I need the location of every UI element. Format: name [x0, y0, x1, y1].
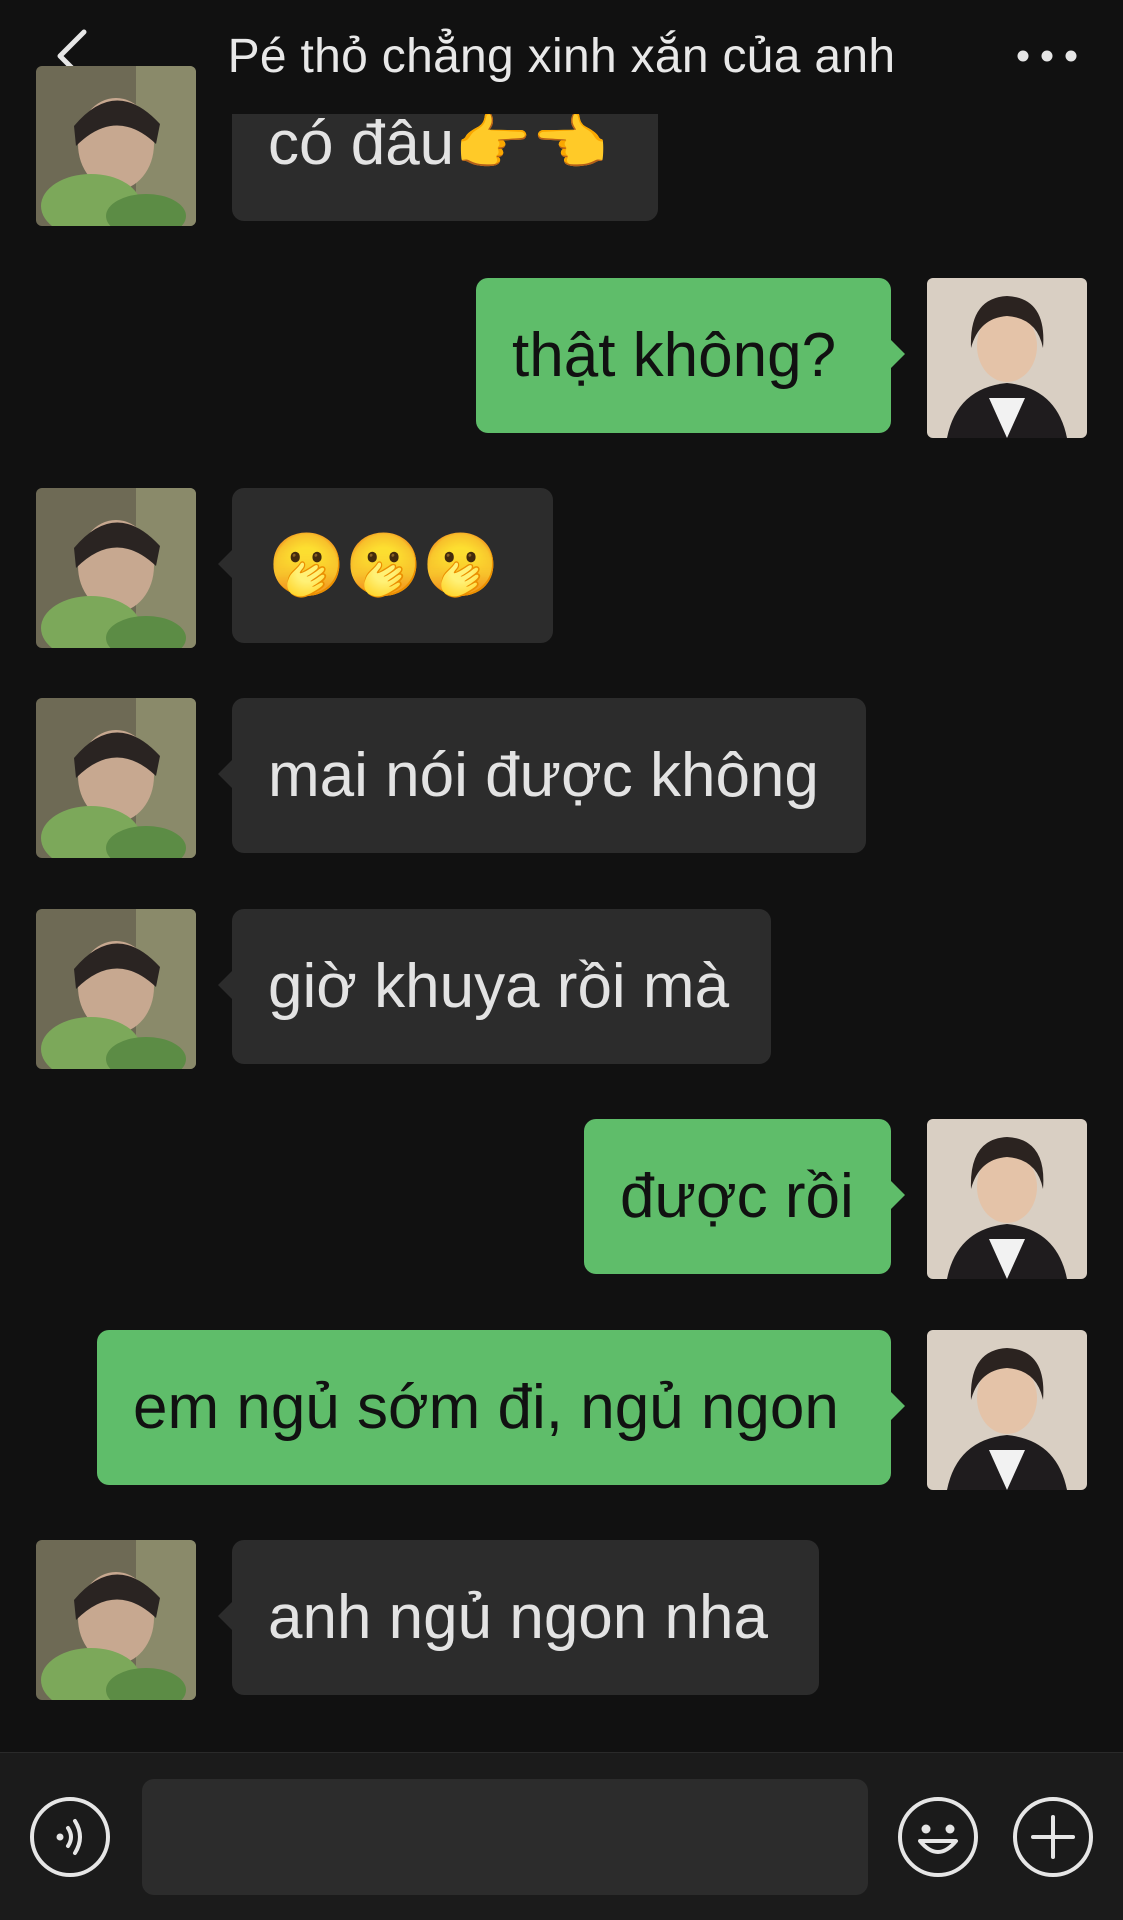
- message-text: thật không?: [512, 321, 837, 390]
- user-avatar-image: [927, 1330, 1087, 1490]
- message-text: em ngủ sớm đi, ngủ ngon: [133, 1373, 839, 1442]
- message-bubble-incoming[interactable]: mai nói được không: [218, 698, 866, 853]
- contact-avatar[interactable]: [36, 488, 196, 648]
- emoji-icon: [898, 1797, 978, 1877]
- chat-screen: Pé thỏ chẳng xinh xắn của anh có đâu👉👈 t…: [0, 0, 1123, 1920]
- more-button[interactable]: [1007, 20, 1087, 92]
- message-bubble-outgoing[interactable]: thật không?: [476, 278, 905, 433]
- user-avatar[interactable]: [927, 1119, 1087, 1279]
- message-bubble-incoming[interactable]: 🫢🫢🫢: [218, 488, 553, 643]
- user-avatar[interactable]: [927, 1330, 1087, 1490]
- more-actions-button[interactable]: [1011, 1795, 1095, 1879]
- input-bar: [0, 1752, 1123, 1920]
- user-avatar-image: [927, 1119, 1087, 1279]
- contact-avatar[interactable]: [36, 1540, 196, 1700]
- contact-avatar[interactable]: [36, 698, 196, 858]
- message-text: mai nói được không: [268, 741, 819, 810]
- contact-avatar-image: [36, 488, 196, 648]
- user-avatar[interactable]: [927, 278, 1087, 438]
- message-bubble-outgoing[interactable]: em ngủ sớm đi, ngủ ngon: [97, 1330, 905, 1485]
- voice-icon: [30, 1797, 110, 1877]
- plus-icon: [1013, 1797, 1093, 1877]
- message-text: được rồi: [620, 1162, 854, 1231]
- message-text: 🫢🫢🫢: [268, 531, 500, 600]
- contact-avatar-image: [36, 1540, 196, 1700]
- contact-avatar-image: [36, 66, 196, 226]
- voice-button[interactable]: [28, 1795, 112, 1879]
- message-bubble-outgoing[interactable]: được rồi: [584, 1119, 905, 1274]
- message-input[interactable]: [142, 1779, 868, 1895]
- contact-avatar[interactable]: [36, 66, 196, 226]
- message-text: có đâu👉👈: [268, 109, 609, 178]
- contact-avatar-image: [36, 909, 196, 1069]
- contact-avatar[interactable]: [36, 909, 196, 1069]
- message-text: anh ngủ ngon nha: [268, 1583, 768, 1652]
- ellipsis-icon: [1017, 50, 1077, 62]
- message-bubble-incoming[interactable]: anh ngủ ngon nha: [218, 1540, 819, 1695]
- message-text: giờ khuya rồi mà: [268, 952, 730, 1021]
- user-avatar-image: [927, 278, 1087, 438]
- chat-title: Pé thỏ chẳng xinh xắn của anh: [227, 29, 896, 83]
- contact-avatar-image: [36, 698, 196, 858]
- message-bubble-incoming[interactable]: giờ khuya rồi mà: [218, 909, 771, 1064]
- emoji-button[interactable]: [896, 1795, 980, 1879]
